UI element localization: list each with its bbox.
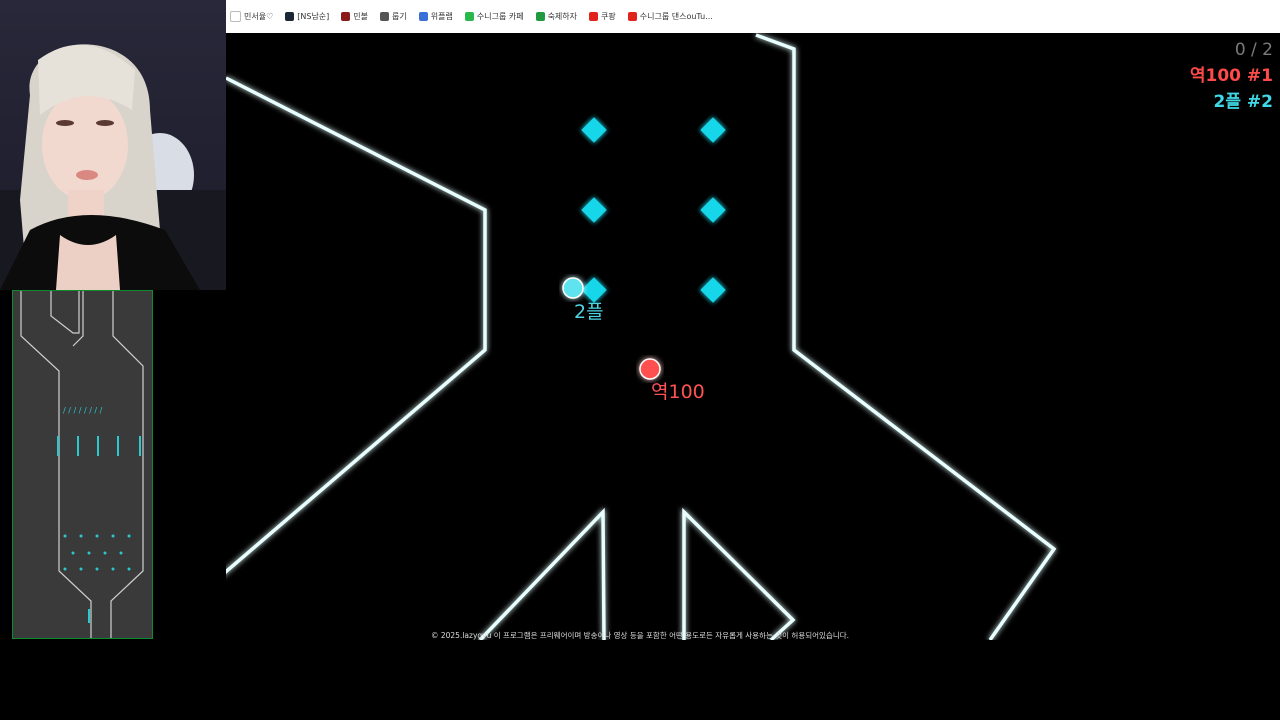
bookmark-item[interactable]: 민서율♡ [230, 11, 273, 22]
bookmark-label: [NS남순] [297, 12, 330, 21]
bookmarks-bar: 민서율♡ [NS남순] 민볼 룹기 위플랩 수니그룹 카페 숙제하자 쿠팡 수니그룹 댄스ouT… [226, 0, 1280, 33]
tv-icon [285, 12, 295, 21]
rank-1-player: 역100 #1 [1189, 66, 1273, 86]
bookmark-label: 숙제하자 [547, 12, 578, 21]
right-wall [755, 33, 1057, 640]
leaf-icon [464, 12, 474, 21]
bookmark-label: 쿠팡 [601, 12, 616, 21]
bookmark-label: 민볼 [353, 12, 369, 21]
finish-count: 0 / 2 [1234, 40, 1273, 60]
bookmark-label: 민서율♡ [244, 12, 274, 21]
minimap: / / / / / / / / [12, 290, 153, 639]
game-canvas[interactable] [226, 33, 1280, 640]
obstacle-diamond [581, 117, 607, 143]
plus-icon [535, 12, 545, 21]
bookmark-item[interactable]: 위플랩 [418, 11, 453, 22]
left-wall [226, 76, 487, 574]
bookmark-item[interactable]: 숙제하자 [535, 11, 578, 22]
player-1-label: 역100 [651, 381, 705, 403]
obstacle-diamond [700, 117, 726, 143]
gm-icon [418, 12, 428, 21]
maze-walls [226, 33, 1057, 640]
globe-icon [380, 12, 390, 21]
svg-text:/ / / / / / / /: / / / / / / / / [63, 406, 103, 415]
streamer-image [0, 44, 226, 290]
minimap-svg: / / / / / / / / [20, 291, 144, 638]
bookmark-item[interactable]: 룹기 [380, 11, 407, 22]
bookmark-label: 위플랩 [430, 12, 453, 21]
bookmark-label: 수니그룹 댄스ouTu... [639, 12, 713, 21]
obstacle-diamonds [581, 117, 726, 303]
youtube-icon [627, 12, 637, 21]
bottom-black-bar [0, 640, 1280, 720]
heart-icon [230, 11, 241, 22]
copyright-notice: © 2025.lazygyu 이 프로그램은 프리웨어이며 방송이나 영상 등을… [430, 631, 850, 640]
rank-2-player: 2플 #2 [1213, 92, 1273, 112]
obstacle-diamond [581, 197, 607, 223]
bookmark-label: 수니그룹 카페 [476, 12, 524, 21]
scoreboard: 0 / 2 역100 #1 2플 #2 [1190, 37, 1273, 115]
player-2-label: 2플 [574, 301, 604, 323]
bookmark-label: 룹기 [392, 12, 407, 21]
webcam-overlay [0, 0, 226, 290]
bookmark-item[interactable]: 민볼 [341, 11, 368, 22]
maze-svg [226, 33, 1057, 640]
bookmark-item[interactable]: [NS남순] [285, 11, 329, 22]
circle-icon [589, 12, 599, 21]
app-icon [341, 12, 351, 21]
obstacle-diamond [700, 197, 726, 223]
obstacle-diamond [700, 277, 726, 303]
player-1-marble [639, 358, 661, 380]
bookmark-item[interactable]: 쿠팡 [589, 11, 616, 22]
player-2-marble [562, 277, 584, 299]
bottom-right-wedge [682, 507, 796, 640]
bottom-left-wedge [478, 507, 606, 640]
bookmark-item[interactable]: 수니그룹 카페 [464, 11, 524, 22]
bookmark-item[interactable]: 수니그룹 댄스ouTu... [627, 11, 713, 22]
